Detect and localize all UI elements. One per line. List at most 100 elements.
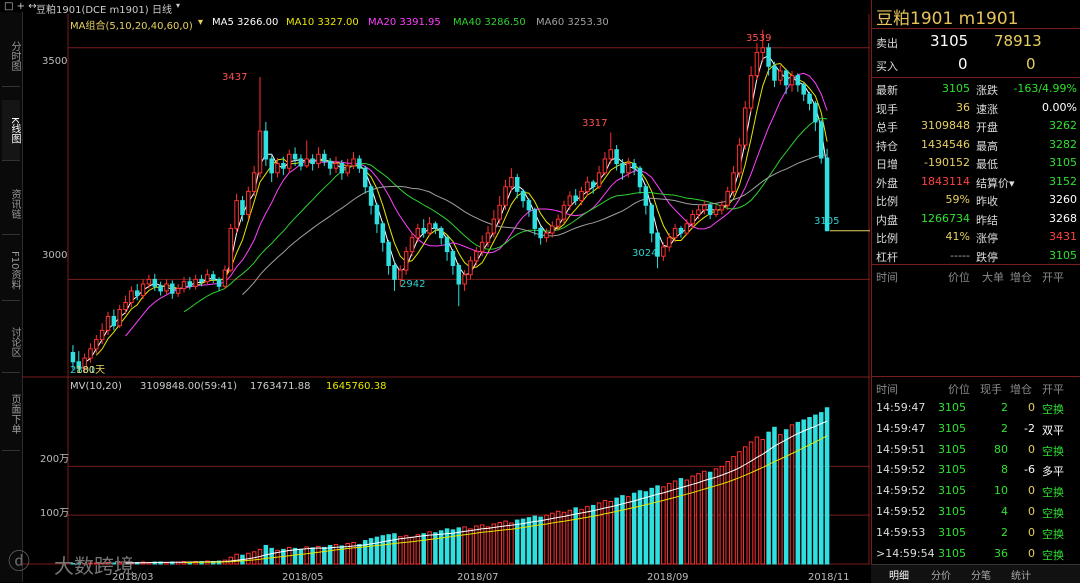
tick-row[interactable]: 14:59:53310520空换 [872, 522, 1080, 542]
watermark-logo: ⓓ [8, 544, 44, 580]
tick-qty: 4 [1001, 505, 1008, 518]
annot-last: 3105 [814, 216, 839, 227]
candle-body [182, 282, 186, 289]
candle-body [171, 284, 175, 293]
candle-body [480, 242, 484, 251]
candle-body [597, 173, 601, 187]
candle-body [223, 270, 227, 286]
candle-body [779, 71, 783, 80]
candle-body [358, 159, 362, 168]
stat-row: 比例59%昨收3260 [872, 190, 1080, 209]
window-controls[interactable]: □ + ↔ [4, 1, 37, 12]
candle-body [334, 164, 338, 169]
volume-bar [556, 511, 560, 564]
volume-bar [808, 418, 812, 564]
sell-row[interactable]: 卖出 3105 78913 [872, 31, 1080, 53]
tab-timeline[interactable]: 分时图 [2, 26, 20, 87]
stat-l2: 最高 [976, 138, 998, 154]
tick-qty: 10 [994, 484, 1008, 497]
stat-row: 持仓1434546最高3282 [872, 135, 1080, 154]
candle-body [124, 303, 128, 310]
candle-body [703, 205, 707, 210]
volume-bar [591, 505, 595, 564]
tick-type: 空换 [1042, 484, 1064, 500]
kline-chart[interactable]: 3500 3000 200万 100万 2018/03 2018/05 2018… [22, 14, 870, 582]
stat-v1: 36 [956, 101, 970, 114]
volume-bar [790, 425, 794, 564]
tick-type: 空换 [1042, 505, 1064, 521]
candle-body [621, 164, 625, 173]
tab-stats[interactable]: 统计 [1011, 567, 1031, 582]
stat-l1: 杠杆 [876, 249, 898, 265]
candle-body [714, 210, 718, 215]
tick-oi: -2 [1024, 422, 1035, 435]
tab-price[interactable]: 分价 [931, 567, 951, 582]
tick-type: 双平 [1042, 422, 1064, 438]
buy-row[interactable]: 买入 0 0 [872, 54, 1080, 76]
stat-v1: 1434546 [921, 138, 970, 151]
tick-price: 3105 [938, 526, 966, 539]
tick-row[interactable]: 14:59:52310540空换 [872, 501, 1080, 521]
candle-body [761, 48, 765, 53]
stat-v1: 3109848 [921, 119, 970, 132]
tick-price: 3105 [938, 484, 966, 497]
volume-bar [755, 437, 759, 564]
candle-body [586, 182, 590, 191]
candle-body [457, 265, 461, 284]
tab-kline[interactable]: K线图 [2, 100, 20, 161]
tick-row[interactable]: 14:59:47310520空换 [872, 397, 1080, 417]
tick-time: 14:59:51 [876, 443, 925, 456]
tab-detail[interactable]: 明细 [889, 567, 909, 582]
tab-trades[interactable]: 分笔 [971, 567, 991, 582]
candle-body [399, 270, 403, 279]
candle-body [814, 103, 818, 122]
candle-body [568, 196, 572, 205]
price-tick-3500: 3500 [42, 56, 67, 67]
candle-body [808, 94, 812, 103]
candle-body [317, 154, 321, 163]
stat-v2: 3268 [1049, 212, 1077, 225]
candle-body [159, 286, 163, 291]
tick-row[interactable]: 14:59:523105100空换 [872, 480, 1080, 500]
candle-body [147, 279, 151, 284]
stat-l2: 涨停 [976, 230, 998, 246]
tick-oi: 0 [1028, 547, 1035, 560]
candle-body [667, 238, 671, 247]
volume-bar [726, 461, 730, 564]
volume-bar [609, 502, 613, 564]
stat-row: 杠杆-----跌停3105 [872, 246, 1080, 265]
candle-body [533, 210, 537, 229]
tick-price: 3105 [938, 547, 966, 560]
candle-body [539, 228, 543, 237]
volume-bar [621, 496, 625, 564]
candle-body [118, 309, 122, 325]
tab-forum[interactable]: 讨论区 [2, 312, 20, 373]
tick-row[interactable]: 14:59:513105800空换 [872, 439, 1080, 459]
tab-news[interactable]: 资讯链 [2, 174, 20, 235]
stat-l1: 内盘 [876, 212, 898, 228]
volume-bar [773, 427, 777, 564]
candle-body [404, 252, 408, 271]
stat-v1: ----- [950, 249, 970, 262]
volume-bar [796, 422, 800, 564]
candle-body [451, 252, 455, 266]
tick-row[interactable]: 14:59:5231058-6多平 [872, 459, 1080, 479]
tab-order[interactable]: 页面下单 [2, 378, 20, 451]
tick-qty: 2 [1001, 422, 1008, 435]
volume-bar [825, 408, 829, 564]
tick-row[interactable]: 14:59:4731052-2双平 [872, 418, 1080, 438]
tab-f10[interactable]: F10资料 [2, 240, 20, 301]
bottom-tabs: 明细 分价 分笔 统计 [871, 564, 1080, 583]
stat-v2: 0.00% [1042, 101, 1077, 114]
chevron-down-icon[interactable]: ▾ [176, 1, 180, 10]
stat-l1: 总手 [876, 119, 898, 135]
candle-body [247, 191, 251, 214]
volume-bar [475, 526, 479, 564]
tick-time: 14:59:52 [876, 484, 925, 497]
candle-body [200, 279, 204, 281]
volume-bar [732, 457, 736, 564]
candle-body [276, 164, 280, 173]
candle-body [545, 233, 549, 238]
candle-body [609, 150, 613, 159]
tick-row[interactable]: >14:59:543105360空换 [872, 543, 1080, 563]
